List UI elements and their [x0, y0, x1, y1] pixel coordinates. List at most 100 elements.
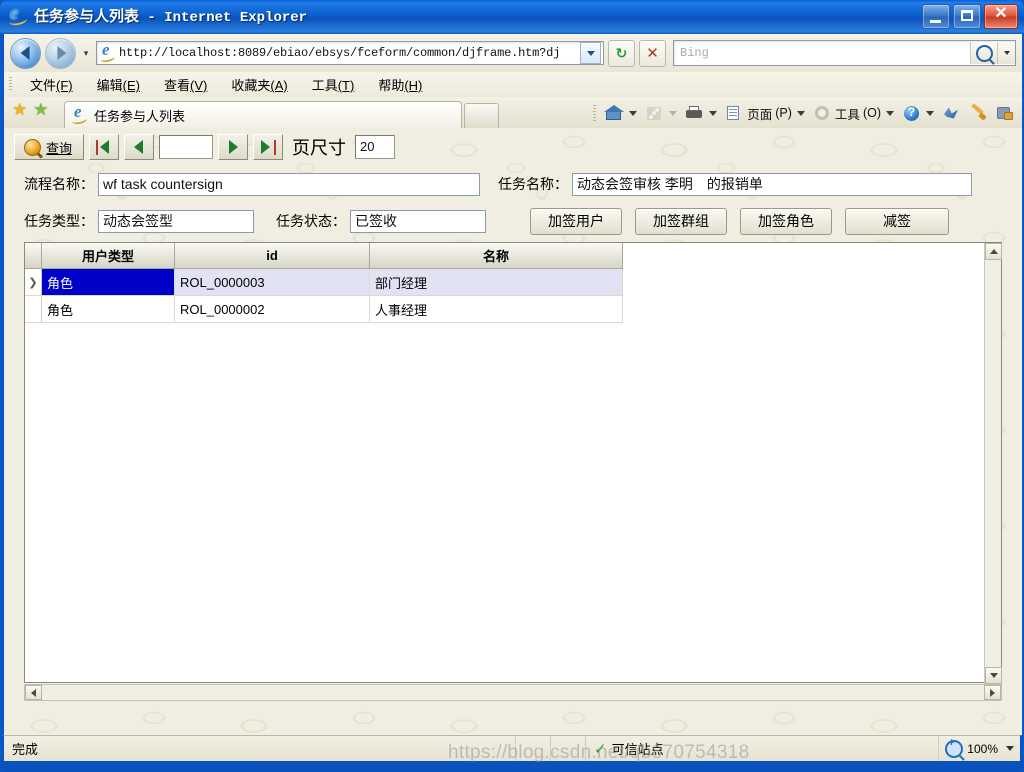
menu-label: 编辑 — [96, 78, 123, 93]
forward-button[interactable] — [45, 37, 76, 69]
back-button[interactable] — [10, 37, 41, 69]
browser-window: 任务参与人列表 - Internet Explorer ✕ ▾ http://l… — [0, 0, 1024, 772]
feeds-button[interactable] — [642, 103, 680, 124]
cell-id[interactable]: ROL_0000002 — [174, 295, 370, 323]
query-button[interactable]: 查询 — [14, 134, 84, 160]
search-input[interactable]: Bing — [674, 46, 970, 60]
security-zone[interactable]: ✓ 可信站点 — [586, 735, 940, 762]
menu-item-view[interactable]: 查看(V) — [152, 73, 219, 96]
task-status-label: 任务状态： — [276, 213, 346, 229]
stop-button[interactable]: ✕ — [639, 39, 666, 67]
bar-glyph — [274, 140, 276, 155]
gear-icon — [813, 105, 832, 122]
print-button[interactable] — [682, 103, 720, 124]
participants-grid: 用户类型 id 名称 ❯ 角色 ROL_0000003 部门经理 角色 ROL_… — [24, 242, 1002, 684]
add-signer-group-button[interactable]: 加签群组 — [635, 207, 727, 235]
add-signer-role-button[interactable]: 加签角色 — [740, 207, 832, 235]
tab-bar: ★ ★ 任务参与人列表 页面(P) 工具(O) — [4, 97, 1022, 128]
first-page-icon — [100, 140, 109, 154]
last-page-button[interactable] — [253, 134, 283, 160]
help-menu-button[interactable] — [899, 103, 937, 124]
tab-task-participants[interactable]: 任务参与人列表 — [64, 101, 462, 128]
previous-page-button[interactable] — [124, 134, 154, 160]
scroll-down-button[interactable] — [985, 667, 1002, 684]
favorites-buttons: ★ ★ — [12, 101, 49, 118]
history-dropdown-button[interactable]: ▾ — [80, 48, 92, 58]
search-go-button[interactable] — [970, 42, 997, 64]
address-input[interactable]: http://localhost:8089/ebiao/ebsys/fcefor… — [119, 46, 580, 60]
zoom-icon — [945, 737, 964, 758]
task-status-input[interactable]: 已签收 — [350, 209, 486, 233]
address-bar[interactable]: http://localhost:8089/ebiao/ebsys/fcefor… — [96, 40, 604, 65]
search-provider-dropdown[interactable] — [997, 42, 1015, 64]
highlight-button[interactable] — [966, 103, 991, 124]
process-name-input[interactable]: wf task countersign — [98, 172, 480, 196]
chevron-down-icon — [1003, 51, 1010, 55]
page-size-input[interactable]: 20 — [355, 135, 395, 159]
new-tab-button[interactable] — [464, 103, 499, 128]
form-row-1: 流程名称： wf task countersign 任务名称： 动态会签审核 李… — [4, 170, 1022, 198]
first-page-button[interactable] — [89, 134, 119, 160]
window-bottom-edge — [0, 761, 1024, 772]
horizontal-scrollbar[interactable] — [24, 684, 1002, 701]
remove-signer-button[interactable]: 减签 — [845, 207, 949, 235]
status-segment-blank — [551, 735, 586, 762]
chevron-down-icon — [586, 50, 595, 56]
status-text: 完成 — [4, 735, 516, 762]
previous-page-icon — [134, 140, 143, 154]
menu-item-edit[interactable]: 编辑(E) — [85, 73, 152, 96]
page-content: 查询 页尺寸 20 流程名称： wf task countersign 任务名称… — [4, 128, 1022, 735]
menu-item-help[interactable]: 帮助(H) — [366, 73, 434, 96]
scroll-left-button[interactable] — [25, 685, 42, 700]
page-menu-button[interactable]: 页面 (P) — [722, 102, 808, 125]
page-size-label: 页尺寸 — [292, 138, 346, 158]
page-favicon-icon — [100, 40, 116, 61]
chevron-down-icon — [1006, 746, 1014, 751]
table-row[interactable]: ❯ 角色 ROL_0000003 部门经理 — [25, 268, 623, 296]
menu-label: 查看 — [163, 78, 190, 93]
research-button[interactable] — [993, 103, 1018, 124]
cell-name[interactable]: 人事经理 — [369, 295, 623, 323]
cell-name[interactable]: 部门经理 — [369, 268, 623, 296]
menu-item-file[interactable]: 文件(F) — [18, 73, 85, 96]
check-icon: ✓ — [594, 740, 607, 758]
window-controls: ✕ — [922, 4, 1018, 29]
favorites-center-icon[interactable]: ★ — [12, 101, 27, 118]
chevron-down-icon — [926, 110, 934, 116]
research-icon — [996, 105, 1015, 122]
refresh-button[interactable]: ↻ — [608, 39, 635, 67]
security-zone-label: 可信站点 — [611, 742, 664, 757]
scroll-right-button[interactable] — [984, 685, 1001, 700]
tools-menu-button[interactable]: 工具 (O) — [810, 102, 897, 125]
zoom-control[interactable]: 100% — [939, 737, 1020, 758]
task-name-input[interactable]: 动态会签审核 李明 的报销单 — [572, 172, 972, 196]
navigation-bar: ▾ http://localhost:8089/ebiao/ebsys/fcef… — [4, 34, 1022, 72]
next-page-button[interactable] — [218, 134, 248, 160]
table-row[interactable]: 角色 ROL_0000002 人事经理 — [25, 295, 623, 323]
messenger-icon — [942, 105, 961, 122]
cell-user-type[interactable]: 角色 — [41, 268, 175, 296]
menu-item-tools[interactable]: 工具(T) — [300, 73, 367, 96]
messenger-button[interactable] — [939, 103, 964, 124]
home-button[interactable] — [602, 103, 640, 124]
task-type-input[interactable]: 动态会签型 — [98, 209, 254, 233]
vertical-scrollbar[interactable] — [984, 243, 1002, 684]
page-number-input[interactable] — [159, 135, 213, 159]
column-header-name[interactable]: 名称 — [369, 243, 623, 269]
forward-arrow-icon — [56, 46, 66, 60]
scroll-up-button[interactable] — [985, 243, 1002, 260]
minimize-button[interactable] — [922, 4, 950, 29]
close-button[interactable]: ✕ — [984, 4, 1018, 29]
column-header-id[interactable]: id — [174, 243, 370, 269]
column-header-user-type[interactable]: 用户类型 — [41, 243, 175, 269]
menu-accel: (H) — [404, 78, 423, 93]
search-box[interactable]: Bing — [673, 40, 1016, 66]
chevron-down-icon — [989, 673, 998, 678]
maximize-button[interactable] — [953, 4, 981, 29]
add-to-favorites-icon[interactable]: ★ — [33, 101, 48, 118]
cell-id[interactable]: ROL_0000003 — [174, 268, 370, 296]
address-dropdown-button[interactable] — [580, 42, 601, 64]
cell-user-type[interactable]: 角色 — [41, 295, 175, 323]
menu-item-favorites[interactable]: 收藏夹(A) — [219, 73, 299, 96]
add-signer-user-button[interactable]: 加签用户 — [530, 207, 622, 235]
